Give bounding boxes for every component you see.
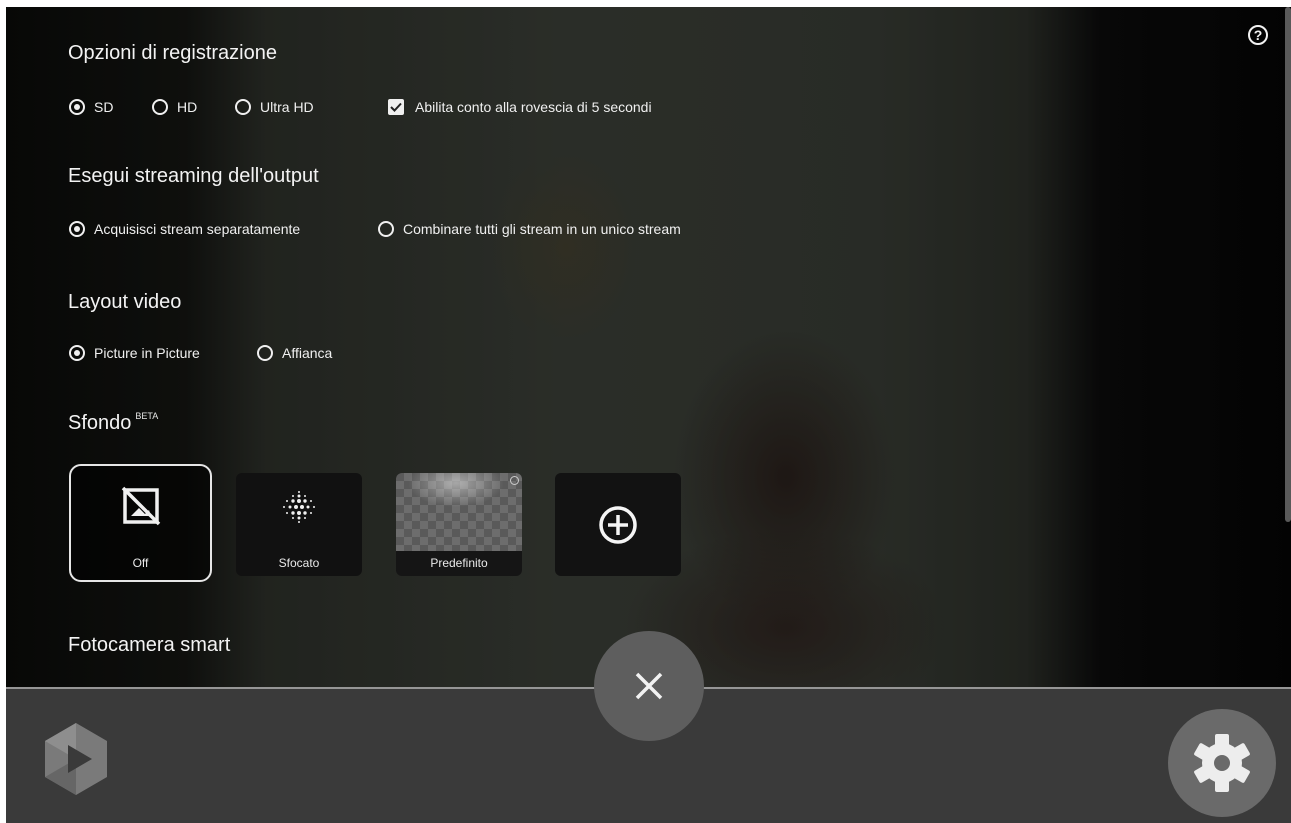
background-off-tile[interactable]: Off — [69, 464, 212, 582]
gear-icon — [1194, 734, 1250, 792]
beta-badge: BETA — [135, 411, 159, 421]
quality-sd-radio[interactable]: SD — [69, 99, 113, 115]
layout-option-label: Picture in Picture — [94, 345, 200, 361]
stream-combine-radio[interactable]: Combinare tutti gli stream in un unico s… — [378, 221, 681, 237]
background-title: Sfondo BETA — [68, 411, 159, 435]
add-circle-icon — [599, 506, 637, 544]
settings-button[interactable] — [1168, 709, 1276, 817]
stream-option-label: Acquisisci stream separatamente — [94, 221, 301, 237]
close-icon — [635, 672, 663, 700]
smart-camera-title: Fotocamera smart — [68, 634, 231, 656]
layout-pip-radio[interactable]: Picture in Picture — [69, 345, 200, 361]
quality-label: Ultra HD — [260, 99, 314, 115]
quality-ultrahd-radio[interactable]: Ultra HD — [235, 99, 314, 115]
streaming-title: Esegui streaming dell'output — [68, 165, 319, 187]
layout-side-by-side-radio[interactable]: Affianca — [257, 345, 332, 361]
background-blur-tile[interactable]: Sfocato — [236, 473, 362, 576]
tile-close-icon[interactable] — [510, 476, 519, 485]
radio-indicator[interactable] — [69, 99, 85, 115]
countdown-checkbox[interactable]: Abilita conto alla rovescia di 5 secondi — [388, 99, 652, 115]
close-button[interactable] — [594, 631, 704, 741]
radio-indicator[interactable] — [235, 99, 251, 115]
countdown-label: Abilita conto alla rovescia di 5 secondi — [415, 99, 652, 115]
layout-title: Layout video — [68, 291, 182, 313]
checker-image — [396, 473, 522, 551]
background-default-tile[interactable]: Predefinito — [396, 473, 522, 576]
recording-options-title: Opzioni di registrazione — [68, 42, 277, 64]
radio-indicator[interactable] — [152, 99, 168, 115]
scrollbar-thumb[interactable] — [1285, 7, 1291, 522]
settings-scrollbar[interactable] — [1283, 7, 1291, 687]
tile-label: Sfocato — [278, 556, 320, 570]
radio-indicator[interactable] — [69, 345, 85, 361]
tile-label: Off — [132, 556, 149, 570]
quality-label: HD — [177, 99, 198, 115]
stream-option-label: Combinare tutti gli stream in un unico s… — [403, 221, 681, 237]
recorder-window: ? Opzioni di registrazione SD HD Ultra H… — [6, 7, 1291, 823]
radio-indicator[interactable] — [69, 221, 85, 237]
background-title-text: Sfondo — [68, 412, 132, 434]
background-add-tile[interactable] — [555, 473, 681, 576]
layout-option-label: Affianca — [282, 345, 333, 361]
radio-indicator[interactable] — [257, 345, 273, 361]
help-icon[interactable]: ? — [1248, 25, 1268, 45]
quality-label: SD — [94, 99, 114, 115]
app-logo-icon — [36, 719, 116, 799]
tile-label: Predefinito — [430, 556, 488, 570]
radio-indicator[interactable] — [378, 221, 394, 237]
no-image-icon — [121, 486, 160, 526]
quality-hd-radio[interactable]: HD — [152, 99, 197, 115]
check-icon[interactable] — [388, 99, 404, 115]
blur-dots-icon — [283, 491, 315, 523]
stream-separate-radio[interactable]: Acquisisci stream separatamente — [69, 221, 300, 237]
